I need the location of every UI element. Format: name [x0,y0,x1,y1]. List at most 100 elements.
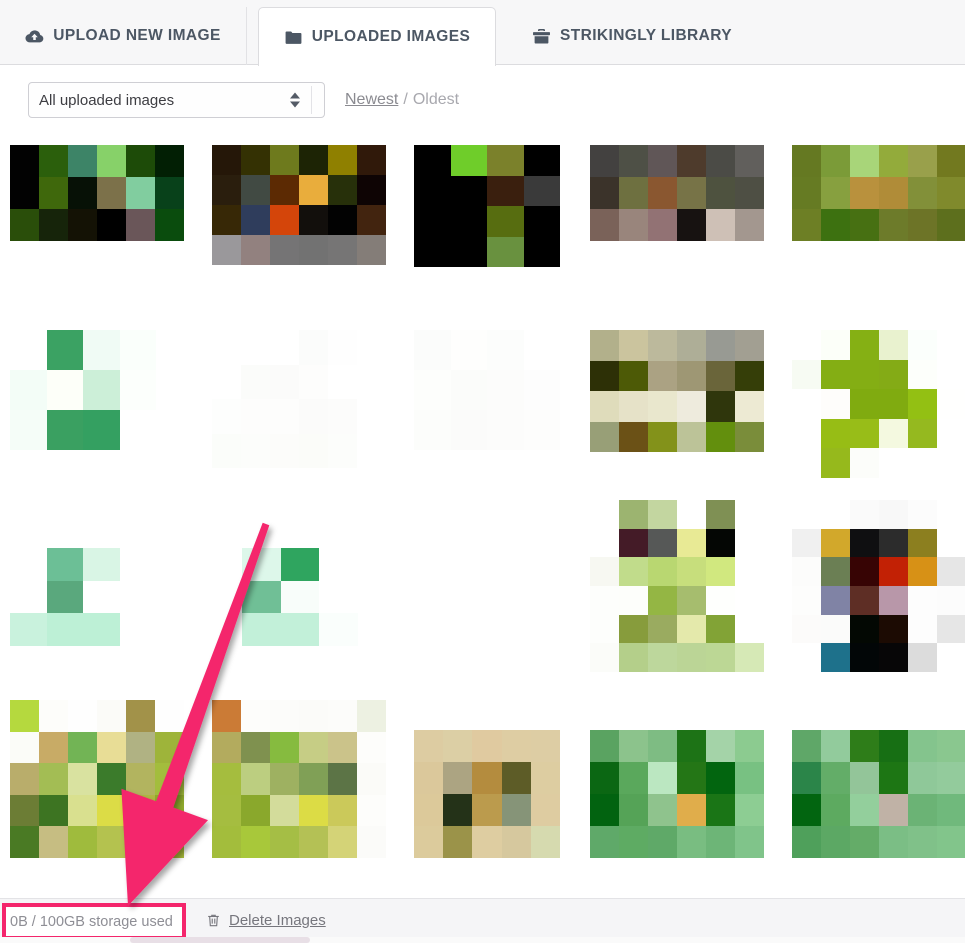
thumbnail-pixel [241,235,270,265]
thumbnail-pixel [619,330,648,361]
thumbnail-pixel [706,762,735,794]
gallery-thumbnail[interactable] [414,145,560,267]
thumbnail-pixel [590,643,619,672]
thumbnail-pixel [792,826,821,858]
thumbnail-pixel [68,177,97,209]
thumbnail-pixel [241,731,270,764]
thumbnail-pixel [937,762,965,794]
thumbnail-pixel [706,826,735,858]
tab-uploaded-images[interactable]: UPLOADED IMAGES [258,7,496,66]
gallery-thumbnail[interactable] [10,145,184,241]
gallery-thumbnail[interactable] [212,330,386,468]
thumbnail-pixel [39,177,68,209]
gallery-thumbnail[interactable] [10,330,156,450]
image-source-select-control[interactable]: All uploaded images [28,82,325,118]
gallery-thumbnail[interactable] [792,330,965,478]
thumbnail-pixel [155,177,184,209]
thumbnail-pixel [241,700,270,732]
image-gallery-grid[interactable] [0,132,965,894]
thumbnail-pixel [357,330,386,365]
thumbnail-pixel [821,585,850,615]
thumbnail-pixel [523,410,560,450]
thumbnail-pixel [850,585,879,615]
thumbnail-pixel [299,731,328,764]
thumbnail-pixel [299,826,328,858]
gallery-thumbnail[interactable] [590,330,764,452]
thumbnail-pixel [10,700,39,732]
gallery-thumbnail[interactable] [590,500,764,672]
gallery-thumbnail[interactable] [10,700,184,858]
thumbnail-pixel [328,433,357,468]
thumbnail-pixel [937,177,965,209]
thumbnail-pixel [280,613,320,646]
thumbnail-pixel [10,209,39,241]
thumbnail-pixel [270,364,299,399]
thumbnail-pixel [328,364,357,399]
thumbnail-pixel [119,370,156,410]
thumbnail-pixel [619,585,648,615]
thumbnail-pixel [648,421,677,452]
thumbnail-pixel [706,177,735,209]
thumbnail-pixel [155,826,184,858]
thumbnail-pixel [241,794,270,827]
stepper-arrows-icon[interactable] [290,92,300,108]
gallery-thumbnail[interactable] [792,145,965,241]
gallery-thumbnail[interactable] [212,700,386,858]
thumbnail-pixel [821,794,850,826]
thumbnail-pixel [443,794,473,826]
gallery-thumbnail[interactable] [590,730,764,858]
horizontal-scrollbar-thumb[interactable] [130,937,310,943]
thumbnail-pixel [357,433,386,468]
thumbnail-pixel [97,763,126,795]
gallery-thumbnail[interactable] [414,330,560,450]
thumbnail-pixel [212,731,241,764]
gallery-thumbnail[interactable] [10,548,156,646]
thumbnail-pixel [119,548,156,581]
tab-upload-new-image[interactable]: UPLOAD NEW IMAGE [0,7,247,65]
thumbnail-pixel [530,730,560,762]
gallery-thumbnail[interactable] [590,145,764,241]
thumbnail-pixel [879,418,908,449]
thumbnail-pixel [530,826,560,858]
thumbnail-pixel [735,421,764,452]
thumbnail-pixel [357,364,386,399]
thumbnail-pixel [270,205,299,235]
thumbnail-pixel [472,762,502,794]
thumbnail-pixel [677,209,706,241]
sort-oldest-link[interactable]: Oldest [413,91,459,109]
thumbnail-pixel [212,433,241,468]
gallery-thumbnail[interactable] [242,548,358,646]
delete-images-button[interactable]: Delete Images [205,912,326,929]
thumbnail-pixel [299,700,328,732]
thumbnail-pixel [821,389,850,419]
thumbnail-pixel [792,177,821,209]
thumbnail-pixel [126,763,155,795]
thumbnail-pixel [590,557,619,586]
thumbnail-pixel [241,145,270,175]
thumbnail-pixel [879,389,908,419]
thumbnail-pixel [619,145,648,177]
thumbnail-pixel [792,614,821,644]
thumbnail-pixel [241,399,270,434]
gallery-thumbnail[interactable] [212,145,386,265]
sort-newest-link[interactable]: Newest [345,91,398,109]
thumbnail-pixel [10,613,47,646]
thumbnail-pixel [270,700,299,732]
thumbnail-pixel [908,826,937,858]
image-source-select[interactable]: All uploaded images [28,82,325,118]
thumbnail-pixel [792,528,821,558]
gallery-thumbnail[interactable] [792,730,965,858]
thumbnail-pixel [821,500,850,529]
thumbnail-pixel [821,730,850,762]
thumbnail-pixel [648,391,677,422]
thumbnail-pixel [706,614,735,644]
thumbnail-pixel [590,360,619,391]
gallery-thumbnail[interactable] [792,500,965,672]
thumbnail-pixel [450,175,487,206]
thumbnail-pixel [821,145,850,177]
thumbnail-pixel [821,359,850,390]
thumbnail-pixel [328,145,357,175]
thumbnail-pixel [119,410,156,450]
tab-strikingly-library[interactable]: STRIKINGLY LIBRARY [512,7,752,65]
gallery-thumbnail[interactable] [414,730,560,858]
